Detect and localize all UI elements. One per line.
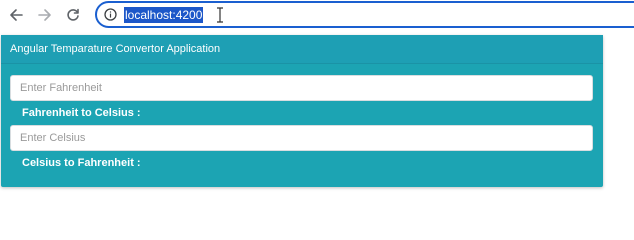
reload-icon[interactable]: [63, 5, 83, 25]
browser-toolbar: localhost:4200: [0, 0, 634, 31]
info-icon[interactable]: [104, 8, 117, 21]
forward-arrow-icon[interactable]: [35, 5, 55, 25]
celsius-to-fahrenheit-label: Celsius to Fahrenheit :: [22, 157, 141, 169]
celsius-input[interactable]: [10, 125, 593, 151]
app-title: Angular Temparature Convertor Applicatio…: [10, 43, 221, 55]
fahrenheit-to-celsius-label: Fahrenheit to Celsius :: [22, 107, 141, 119]
text-cursor-icon: [216, 6, 224, 24]
converter-panel: Angular Temparature Convertor Applicatio…: [1, 35, 603, 187]
fahrenheit-input[interactable]: [10, 75, 593, 101]
panel-heading: Angular Temparature Convertor Applicatio…: [1, 35, 603, 64]
url-text[interactable]: localhost:4200: [124, 7, 204, 23]
back-arrow-icon[interactable]: [6, 5, 26, 25]
address-bar[interactable]: localhost:4200: [95, 1, 634, 28]
